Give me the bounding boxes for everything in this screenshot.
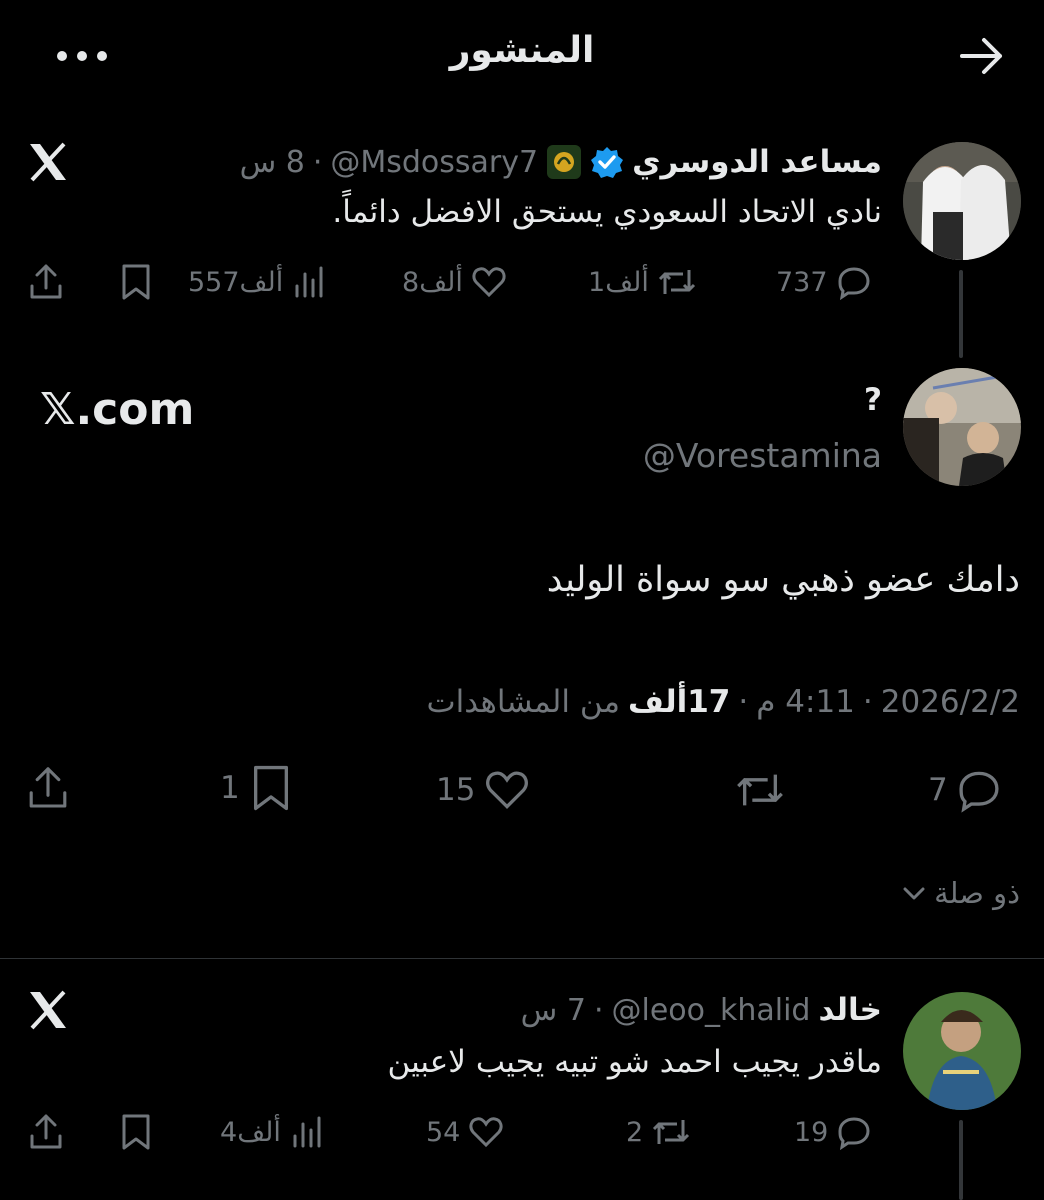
like-button[interactable]: 15: [436, 768, 531, 812]
avatar-photo: [903, 142, 1021, 260]
author-handle[interactable]: @leoo_khalid: [611, 993, 810, 1028]
back-button[interactable]: [956, 34, 1006, 78]
repost-count: 1ألف: [588, 266, 649, 298]
repost-button[interactable]: 2: [626, 1110, 691, 1154]
reply-count: 737: [776, 266, 828, 298]
post-text: نادي الاتحاد السعودي يستحق الافضل دائماً…: [332, 194, 882, 230]
reply-button[interactable]: 737: [776, 260, 872, 304]
arrow-right-icon: [960, 38, 1002, 74]
post-text: دامك عضو ذهبي سو سواة الوليد: [546, 560, 1020, 600]
like-button[interactable]: 8ألف: [402, 260, 507, 304]
author-name[interactable]: ?: [864, 382, 882, 418]
repost-icon: [653, 1120, 690, 1144]
post-text: ماقدر يجيب احمد شو تبيه يجيب لاعبين: [387, 1044, 882, 1080]
author-name[interactable]: مساعد الدوسري: [632, 144, 882, 180]
views-button[interactable]: 4ألف: [220, 1110, 325, 1154]
page-title: المنشور: [449, 30, 595, 71]
reply-count: 7: [928, 772, 948, 808]
bookmark-icon: [122, 1114, 150, 1150]
post-time[interactable]: 4:11 م: [756, 684, 855, 720]
share-icon: [29, 767, 67, 808]
x-logo-icon: [26, 140, 70, 184]
meta-separator: ·: [312, 144, 323, 180]
views-count: 17ألف: [628, 684, 731, 720]
reply-button[interactable]: 19: [794, 1110, 872, 1154]
verified-badge-icon: [591, 147, 624, 178]
views-label: من المشاهدات: [426, 684, 621, 720]
watermark: 𝕏.com: [40, 384, 195, 435]
like-icon: [469, 1117, 503, 1148]
author-handle[interactable]: @Vorestamina: [643, 436, 882, 475]
chevron-down-icon: [903, 887, 925, 900]
related-toggle[interactable]: ذو صلة: [900, 876, 1020, 910]
share-icon: [30, 264, 62, 299]
thread-line: [959, 270, 963, 358]
meta-separator: ·: [862, 684, 873, 720]
like-count: 54: [426, 1116, 461, 1148]
like-icon: [472, 267, 506, 298]
bookmark-icon: [122, 264, 150, 300]
share-button[interactable]: [26, 260, 66, 304]
bookmark-button[interactable]: [118, 260, 154, 304]
reply-count: 19: [794, 1116, 829, 1148]
post-header: مساعد الدوسري @Msdossary7 · 8 س: [240, 140, 882, 184]
avatar[interactable]: [903, 142, 1021, 260]
like-button[interactable]: 54: [426, 1110, 504, 1154]
post-time[interactable]: 7 س: [521, 993, 586, 1028]
bookmark-button[interactable]: 1: [220, 765, 294, 811]
reply-button[interactable]: 7: [928, 768, 1002, 813]
repost-count: 2: [626, 1116, 644, 1148]
author-name[interactable]: خالد: [818, 992, 882, 1028]
post-time[interactable]: 8 س: [240, 145, 305, 180]
reply-icon: [838, 267, 870, 300]
post-header: خالد @leoo_khalid · 7 س: [521, 988, 882, 1032]
bookmark-count: 1: [220, 770, 240, 806]
views-count: 557ألف: [188, 266, 284, 298]
more-options-button[interactable]: [52, 34, 112, 78]
thread-line: [959, 1120, 963, 1200]
like-count: 8ألف: [402, 266, 463, 298]
share-icon: [30, 1114, 62, 1149]
repost-button[interactable]: 1ألف: [588, 260, 697, 304]
post-date[interactable]: 2026/2/2: [881, 684, 1020, 720]
author-handle[interactable]: @Msdossary7: [330, 145, 538, 180]
share-button[interactable]: [24, 766, 72, 810]
avatar-photo: [903, 368, 1021, 486]
repost-icon: [658, 270, 695, 294]
views-icon: [293, 1116, 321, 1148]
repost-button[interactable]: [734, 768, 786, 812]
reply-icon: [959, 771, 999, 813]
views-icon: [295, 266, 323, 298]
more-icon: [57, 51, 107, 61]
like-count: 15: [436, 772, 476, 808]
avatar[interactable]: [903, 368, 1021, 486]
post-meta: 2026/2/2 · 4:11 م · 17ألف من المشاهدات: [426, 684, 1020, 720]
reply-icon: [838, 1117, 870, 1150]
bookmark-button[interactable]: [118, 1110, 154, 1154]
divider: [0, 958, 1044, 959]
x-logo-icon: [26, 988, 70, 1032]
related-label: ذو صلة: [934, 876, 1020, 910]
views-button[interactable]: 557ألف: [188, 260, 327, 304]
share-button[interactable]: [26, 1110, 66, 1154]
views-count: 4ألف: [220, 1116, 281, 1148]
avatar[interactable]: [903, 992, 1021, 1110]
bookmark-icon: [253, 765, 288, 811]
meta-separator: ·: [593, 992, 604, 1028]
meta-separator: ·: [738, 684, 749, 720]
like-icon: [486, 771, 529, 809]
repost-icon: [737, 774, 783, 806]
avatar-photo: [903, 992, 1021, 1110]
club-badge-icon: [547, 145, 582, 179]
